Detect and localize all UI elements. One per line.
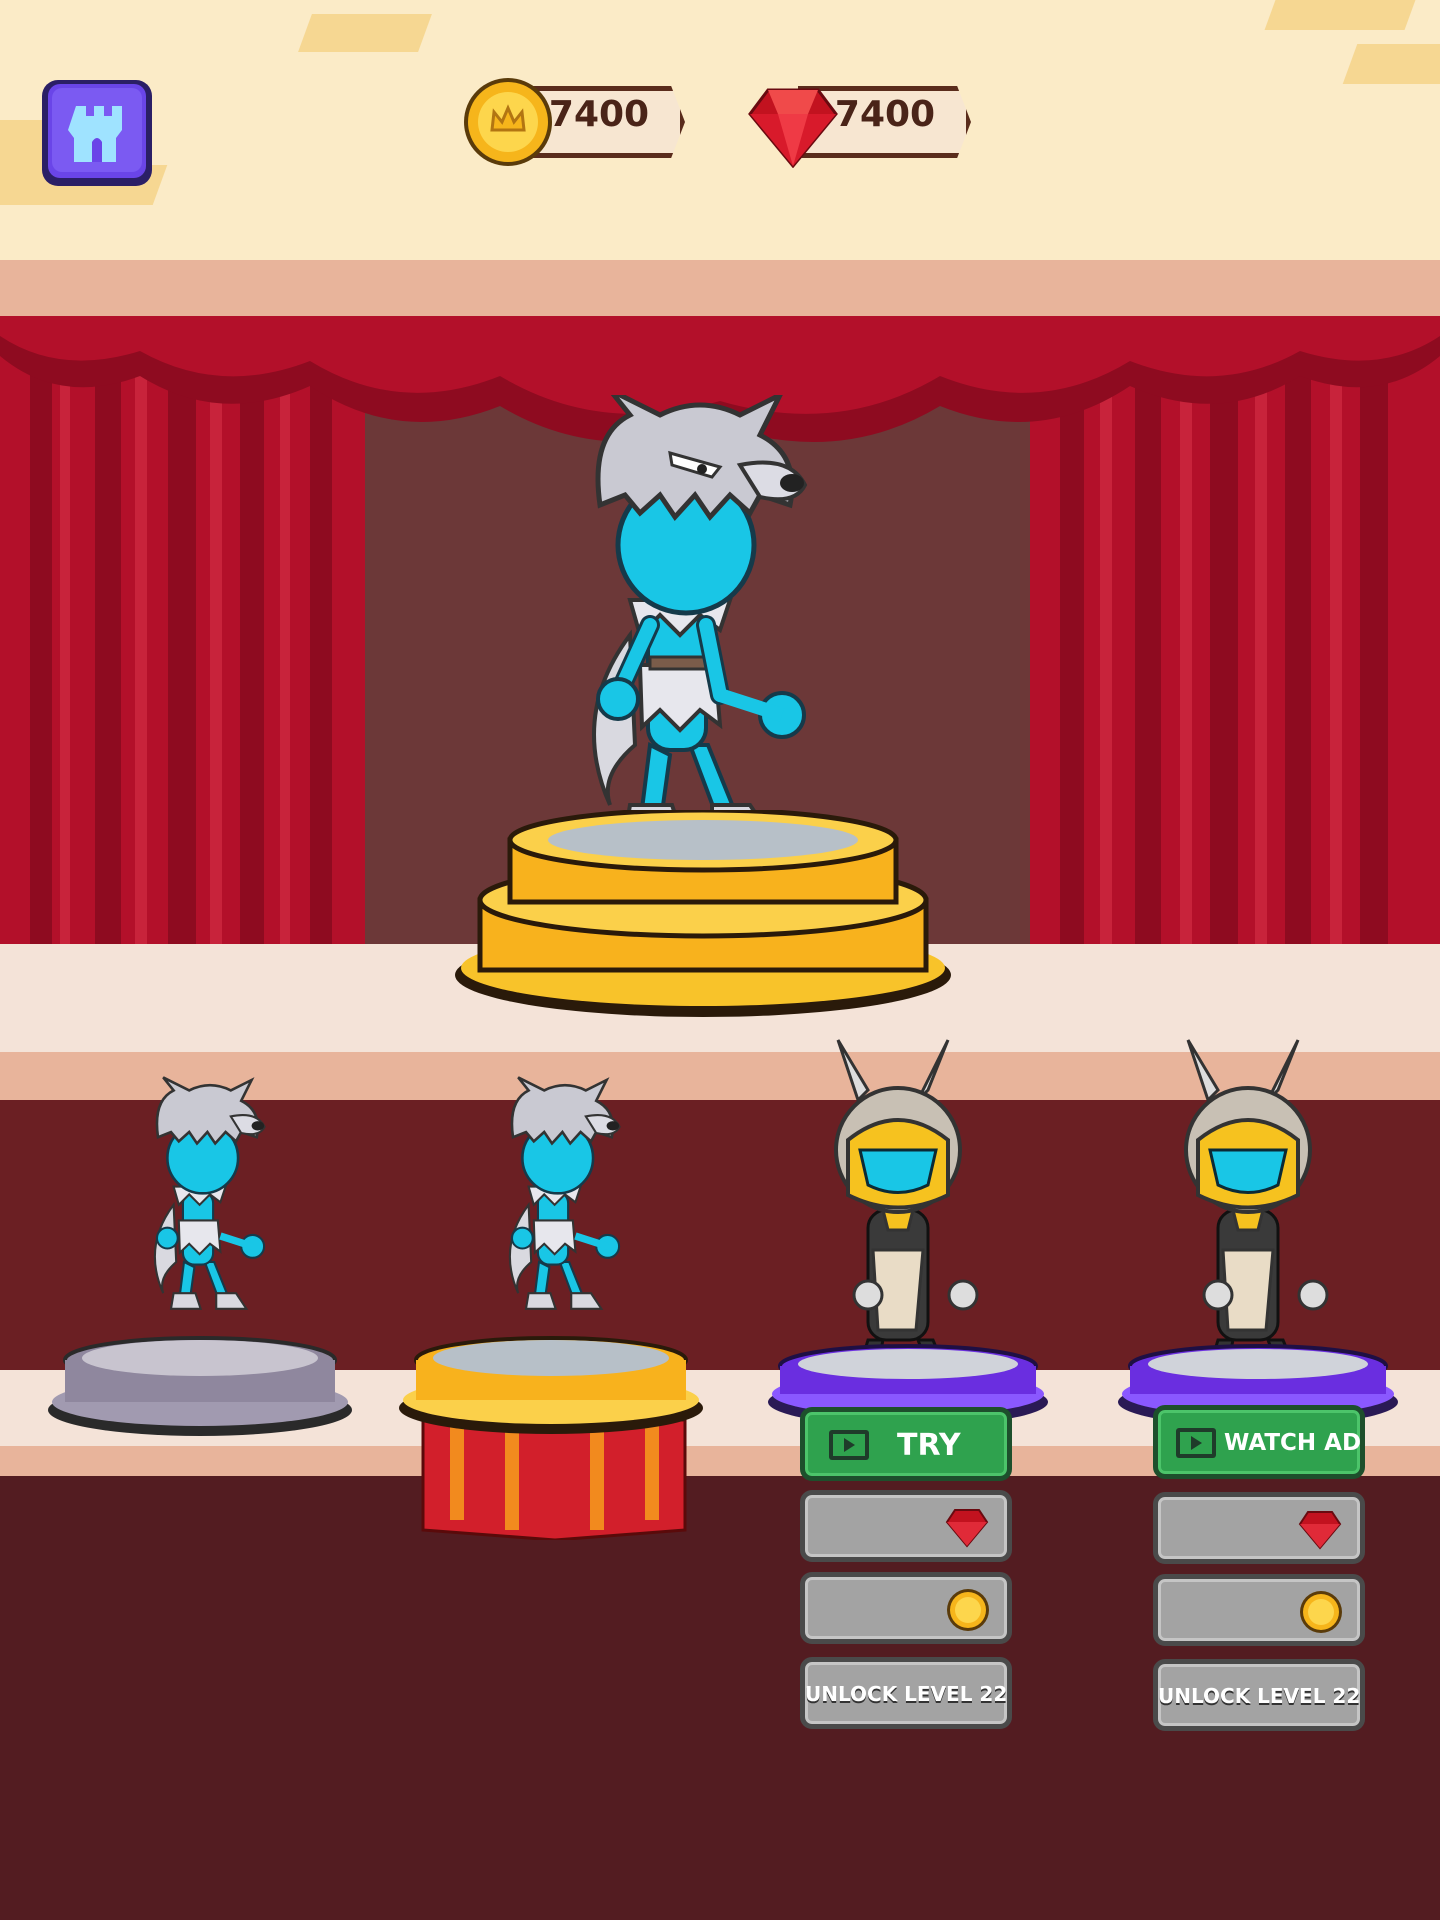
red-gem-icon [748, 88, 838, 168]
coin-counter: 7400 [462, 76, 732, 166]
unlock-level-label: UNLOCK LEVEL 22 [805, 1682, 1008, 1706]
video-icon [1176, 1428, 1216, 1458]
gold-coin-icon [1300, 1591, 1342, 1633]
shelf-slot-3[interactable] [748, 1030, 1068, 1440]
gem-counter: 7400 [748, 76, 1018, 168]
top-trim [0, 260, 1440, 316]
background-shape [1342, 44, 1440, 84]
try-button[interactable]: TRY [800, 1407, 1012, 1481]
unlock-level-button[interactable]: UNLOCK LEVEL 22 [1153, 1659, 1365, 1731]
buy-with-coins-button[interactable] [1153, 1574, 1365, 1646]
anubis-warrior-character [1118, 1039, 1398, 1426]
buy-with-gems-button[interactable] [1153, 1492, 1365, 1564]
background-shape [298, 14, 432, 52]
background-shape [1264, 0, 1416, 30]
video-icon [829, 1430, 869, 1460]
werewolf-character [48, 1076, 352, 1436]
red-gem-icon [945, 1509, 989, 1548]
shelf-slot-2[interactable] [395, 1060, 715, 1542]
watch-ad-button[interactable]: WATCH AD [1153, 1405, 1365, 1479]
buy-with-coins-button[interactable] [800, 1572, 1012, 1644]
try-label: TRY [897, 1428, 961, 1463]
shelf-slot-1[interactable] [40, 1060, 360, 1440]
shelf-slot-4[interactable] [1098, 1030, 1418, 1440]
castle-tower-icon [42, 80, 152, 186]
gold-coin-icon [464, 78, 552, 166]
unlock-level-button[interactable]: UNLOCK LEVEL 22 [800, 1657, 1012, 1729]
castle-menu-button[interactable] [38, 76, 156, 190]
gold-pedestal-large [455, 810, 951, 1017]
werewolf-character [399, 1076, 703, 1542]
anubis-warrior-character [768, 1039, 1048, 1426]
red-gem-icon [1298, 1511, 1342, 1550]
watch-ad-label: WATCH AD [1224, 1430, 1362, 1456]
buy-with-gems-button[interactable] [800, 1490, 1012, 1562]
unlock-level-label: UNLOCK LEVEL 22 [1158, 1684, 1361, 1708]
gold-coin-icon [947, 1589, 989, 1631]
